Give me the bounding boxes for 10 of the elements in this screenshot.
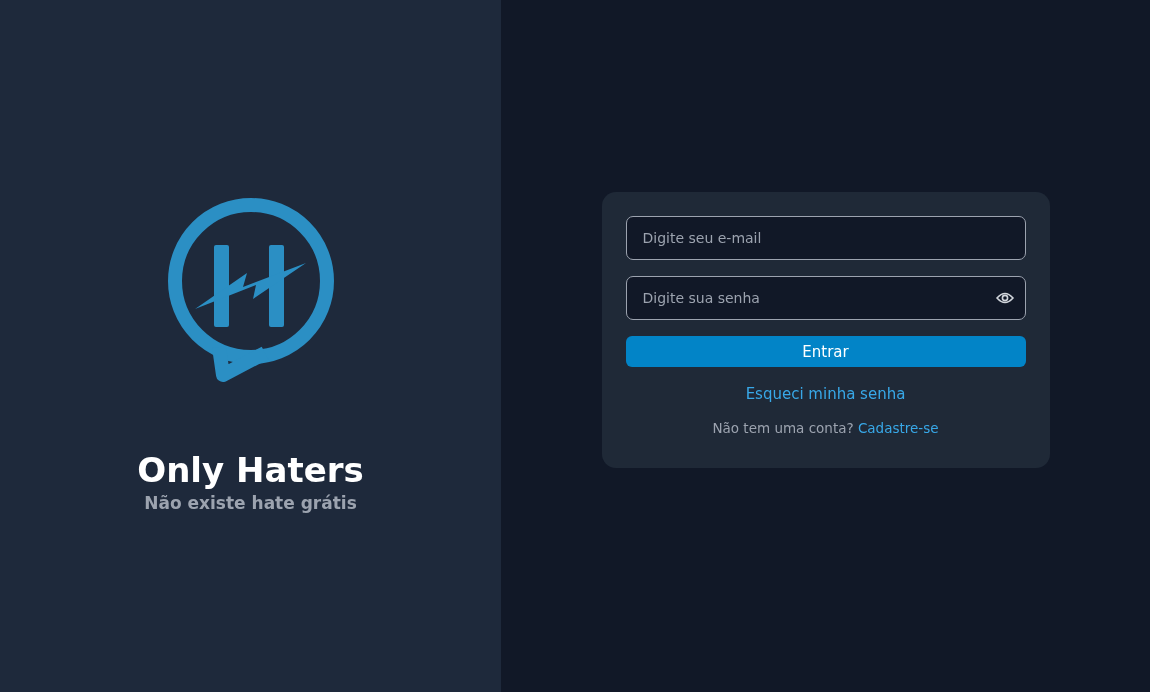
app-title: Only Haters [137,449,364,491]
signup-link[interactable]: Cadastre-se [857,420,939,436]
signup-prompt: Não tem uma conta? Cadastre-se [712,420,939,436]
logo-icon [167,198,334,382]
password-field[interactable]: Digite sua senha [625,276,1026,320]
app-tagline: Não existe hate grátis [144,493,357,513]
forgot-password-link[interactable]: Esqueci minha senha [745,385,906,403]
eye-icon[interactable] [995,291,1014,305]
email-field[interactable]: Digite seu e-mail [625,216,1026,260]
login-button[interactable]: Entrar [625,336,1026,367]
